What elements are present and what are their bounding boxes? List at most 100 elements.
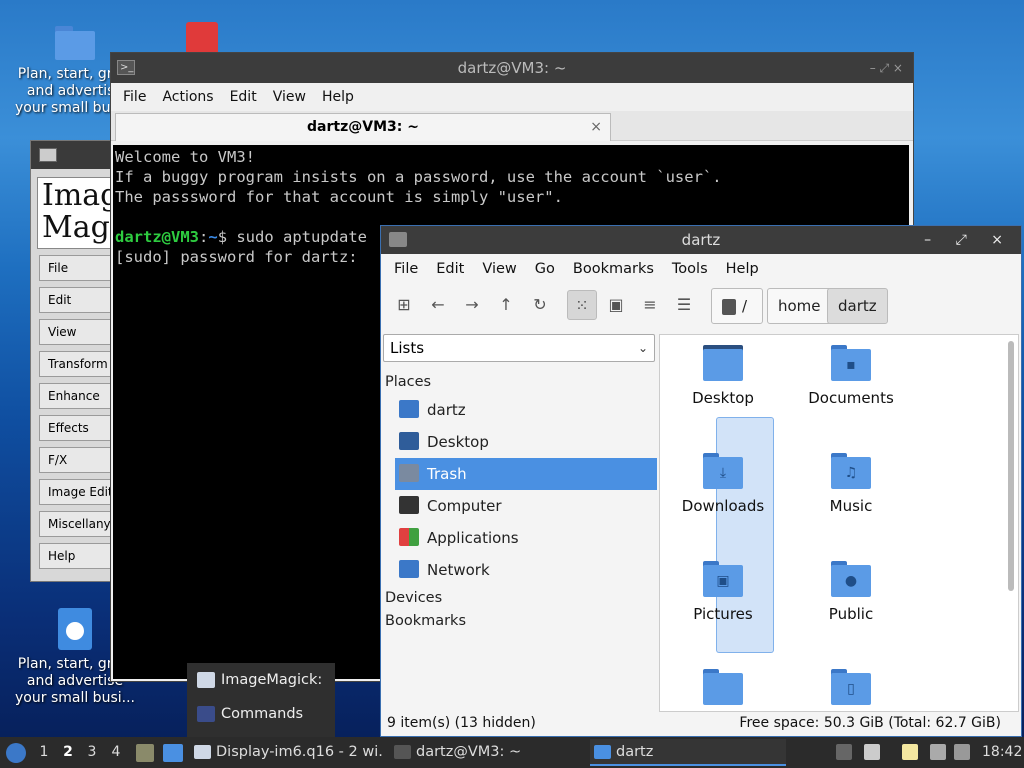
commands-icon: [197, 706, 215, 722]
im-miscellany-button[interactable]: Miscellany: [39, 511, 121, 537]
task-terminal[interactable]: dartz@VM3: ~: [390, 739, 586, 766]
file-item-label: Desktop: [692, 389, 754, 407]
menu-edit[interactable]: Edit: [222, 89, 265, 105]
im-view-button[interactable]: View: [39, 319, 121, 345]
file-item-folder[interactable]: [668, 669, 778, 713]
popup-item-commands[interactable]: Commands: [187, 697, 335, 731]
terminal-tab[interactable]: dartz@VM3: ~ ×: [115, 113, 611, 141]
applications-icon: [399, 528, 419, 546]
sidebar-mode-select[interactable]: Lists ⌄: [383, 334, 655, 362]
menu-view[interactable]: View: [265, 89, 314, 105]
menu-help[interactable]: Help: [717, 261, 768, 277]
window-controls[interactable]: – ⤢ ×: [870, 53, 903, 83]
menu-help[interactable]: Help: [314, 89, 362, 105]
task-imagemagick[interactable]: Display-im6.q16 - 2 wi...: [190, 739, 384, 766]
file-manager-menubar: File Edit View Go Bookmarks Tools Help: [381, 254, 1021, 284]
terminal-line: If a buggy program insists on a password…: [115, 168, 722, 186]
chevron-down-icon: ⌄: [637, 341, 648, 355]
file-item-public[interactable]: ● Public: [796, 561, 906, 623]
globe-doc-icon: [58, 608, 92, 650]
task-file-manager[interactable]: dartz: [590, 739, 786, 766]
file-view[interactable]: Desktop ▪ Documents ⤓ Downloads ♫ Music …: [659, 334, 1019, 712]
up-icon[interactable]: ↑: [491, 290, 521, 320]
window-controls[interactable]: – ⤢ ×: [924, 226, 1013, 254]
sidebar-item-applications[interactable]: Applications: [395, 522, 657, 554]
network-icon: [399, 560, 419, 578]
popup-item-imagemagick[interactable]: ImageMagick:: [187, 663, 335, 697]
sidebar-item-network[interactable]: Network: [395, 554, 657, 586]
menu-bookmarks[interactable]: Bookmarks: [564, 261, 663, 277]
reload-icon[interactable]: ↻: [525, 290, 555, 320]
prompt-user: dartz@VM3: [115, 228, 199, 246]
file-item-pictures[interactable]: ▣ Pictures: [668, 561, 778, 623]
terminal-titlebar[interactable]: >_ dartz@VM3: ~ – ⤢ ×: [111, 53, 913, 83]
workspace-3[interactable]: 3: [80, 737, 104, 768]
file-item-label: Music: [829, 497, 873, 515]
breadcrumb-dartz[interactable]: dartz: [827, 288, 888, 324]
terminal-menubar: File Actions Edit View Help: [111, 83, 913, 111]
new-tab-icon[interactable]: ⊞: [389, 290, 419, 320]
im-transform-button[interactable]: Transform: [39, 351, 121, 377]
menu-view[interactable]: View: [473, 261, 525, 277]
clipboard-icon[interactable]: [902, 744, 918, 760]
breadcrumb-root[interactable]: /: [711, 288, 763, 324]
scroll-up-icon[interactable]: [836, 744, 852, 760]
file-manager-titlebar[interactable]: dartz – ⤢ ×: [381, 226, 1021, 254]
close-icon[interactable]: ×: [590, 114, 602, 140]
compact-view-icon[interactable]: ≡: [635, 290, 665, 320]
sidebar-item-trash[interactable]: Trash: [395, 458, 657, 490]
sidebar-item-label: dartz: [427, 401, 466, 419]
breadcrumb-home[interactable]: home: [767, 288, 832, 324]
bookmarks-header: Bookmarks: [385, 613, 467, 629]
prompt-separator: :: [199, 228, 209, 246]
vertical-scrollbar[interactable]: [1008, 341, 1014, 591]
file-item-downloads[interactable]: ⤓ Downloads: [668, 453, 778, 515]
menu-go[interactable]: Go: [526, 261, 564, 277]
file-item-music[interactable]: ♫ Music: [796, 453, 906, 515]
im-file-button[interactable]: File: [39, 255, 121, 281]
clock[interactable]: 18:42: [982, 737, 1022, 768]
workspace-4[interactable]: 4: [104, 737, 128, 768]
menu-actions[interactable]: Actions: [154, 89, 221, 105]
network-status-icon[interactable]: [930, 744, 946, 760]
im-fx-button[interactable]: F/X: [39, 447, 121, 473]
start-menu-icon[interactable]: [6, 743, 26, 763]
sidebar-item-desktop[interactable]: Desktop: [395, 426, 657, 458]
menu-edit[interactable]: Edit: [427, 261, 473, 277]
file-manager-launcher-icon[interactable]: [136, 744, 154, 762]
workspace-1[interactable]: 1: [32, 737, 56, 768]
show-desktop-icon[interactable]: [163, 744, 183, 762]
icon-view-icon[interactable]: ⁙: [567, 290, 597, 320]
file-item-templates[interactable]: ▯: [796, 669, 906, 713]
im-help-button[interactable]: Help: [39, 543, 121, 569]
back-icon[interactable]: ←: [423, 290, 453, 320]
detailed-view-icon[interactable]: ☰: [669, 290, 699, 320]
music-folder-icon: ♫: [831, 453, 871, 489]
file-item-desktop[interactable]: Desktop: [668, 345, 778, 407]
sidebar-item-computer[interactable]: Computer: [395, 490, 657, 522]
folder-icon: [703, 669, 743, 705]
sidebar-mode-value: Lists: [390, 339, 425, 357]
pdf-file-icon[interactable]: [186, 22, 218, 52]
places-header: Places: [385, 374, 432, 390]
im-image-edit-button[interactable]: Image Edit: [39, 479, 121, 505]
terminal-icon: [394, 745, 411, 759]
file-item-documents[interactable]: ▪ Documents: [796, 345, 906, 407]
workspace-2[interactable]: 2: [56, 737, 80, 768]
sidebar-item-dartz[interactable]: dartz: [395, 394, 657, 426]
thumbnail-view-icon[interactable]: ▣: [601, 290, 631, 320]
popup-item-label: Commands: [221, 706, 304, 722]
menu-tools[interactable]: Tools: [663, 261, 717, 277]
menu-file[interactable]: File: [385, 261, 427, 277]
status-free-space: Free space: 50.3 GiB (Total: 62.7 GiB): [739, 715, 1001, 731]
im-edit-button[interactable]: Edit: [39, 287, 121, 313]
imagemagick-titlebar[interactable]: [31, 141, 119, 169]
im-effects-button[interactable]: Effects: [39, 415, 121, 441]
volume-icon[interactable]: [864, 744, 880, 760]
forward-icon[interactable]: →: [457, 290, 487, 320]
im-enhance-button[interactable]: Enhance: [39, 383, 121, 409]
menu-file[interactable]: File: [115, 89, 154, 105]
task-label: dartz: [616, 744, 654, 760]
terminal-tab-label: dartz@VM3: ~: [307, 119, 419, 135]
notification-icon[interactable]: [954, 744, 970, 760]
